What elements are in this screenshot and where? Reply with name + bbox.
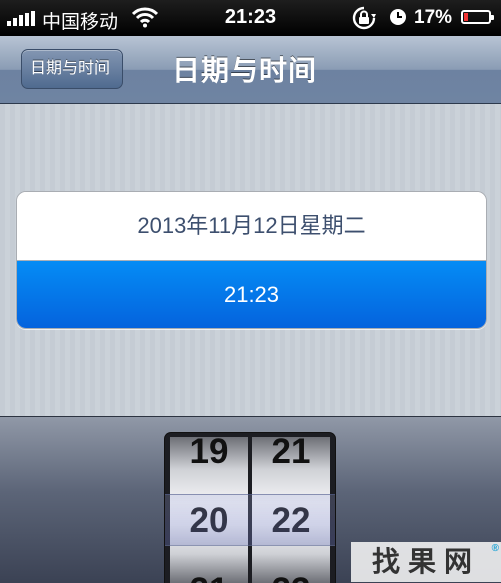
registered-mark: ® <box>491 543 499 554</box>
date-cell[interactable]: 2013年11月12日星期二 <box>17 192 486 261</box>
navigation-bar: 日期与时间 日期与时间 <box>0 36 501 104</box>
minute-option[interactable]: 21 <box>252 437 330 472</box>
settings-content: 2013年11月12日星期二 21:23 <box>0 104 501 416</box>
back-button-label: 日期与时间 <box>30 60 111 77</box>
picker-wheel: 19 20 21 21 22 23 <box>165 433 335 583</box>
watermark: 找果网 ® <box>351 542 501 582</box>
hour-wheel[interactable]: 19 20 21 <box>170 437 248 583</box>
battery-percent: 17% <box>414 7 453 28</box>
hour-option-selected[interactable]: 20 <box>170 501 248 541</box>
time-cell[interactable]: 21:23 <box>17 261 486 328</box>
hour-option[interactable]: 21 <box>170 571 248 583</box>
minute-option[interactable]: 23 <box>252 571 330 583</box>
alarm-icon <box>389 8 407 32</box>
minute-wheel[interactable]: 21 22 23 <box>252 437 330 583</box>
hour-option[interactable]: 19 <box>170 437 248 472</box>
rotation-lock-icon <box>352 6 376 36</box>
back-button[interactable]: 日期与时间 <box>21 49 124 89</box>
battery-icon <box>461 10 494 24</box>
minute-option-selected[interactable]: 22 <box>252 501 330 541</box>
page-title: 日期与时间 <box>172 55 318 86</box>
watermark-text: 找果网 <box>371 546 480 577</box>
status-bar: 中国移动 21:23 17% <box>0 0 501 36</box>
date-time-group: 2013年11月12日星期二 21:23 <box>16 191 487 329</box>
